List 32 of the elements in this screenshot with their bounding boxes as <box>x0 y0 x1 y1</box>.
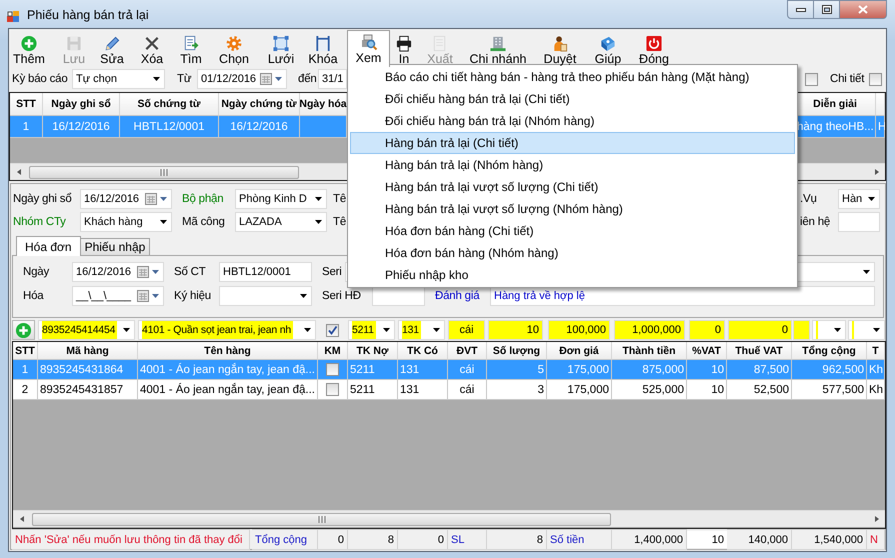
field-label: Ngày <box>23 266 50 278</box>
field-label: Nhóm CTy <box>13 216 67 228</box>
field-label: Seri <box>322 266 343 278</box>
field-label: Từ <box>177 73 192 85</box>
field-label: Hóa <box>23 290 45 302</box>
field-label: Tê <box>333 216 346 228</box>
field-label: iên hệ <box>800 216 832 228</box>
field-label: Chi tiết <box>830 73 864 85</box>
total-label: Tổng cộng <box>252 529 318 550</box>
window-title: Phiếu hàng bán trả lại <box>27 8 149 22</box>
field-label: đến <box>298 73 316 85</box>
total-value: 8 <box>348 529 398 550</box>
total-label: Số tiền <box>547 529 612 550</box>
status-message: N <box>867 529 885 550</box>
total-value: 140,000 <box>727 529 792 550</box>
field-label: Ngày ghi sổ <box>13 193 73 205</box>
field-label: Ký hiệu <box>174 290 212 302</box>
field-label: .Vụ <box>800 193 818 205</box>
field-label: Tê <box>333 193 346 205</box>
field-label: Kỳ báo cáo <box>12 73 69 85</box>
total-value: 0 <box>318 529 348 550</box>
field-label: Mã công <box>182 216 226 228</box>
total-value: 1,400,000 <box>612 529 687 550</box>
total-value: 8 <box>487 529 547 550</box>
field-label: Số CT <box>174 266 207 278</box>
total-label: SL <box>448 529 487 550</box>
status-message: Nhấn 'Sửa' nếu muốn lưu thông tin đã thay đổi <box>12 529 250 550</box>
field-label: Seri HĐ <box>322 290 362 302</box>
field-label: Bộ phận <box>182 193 224 205</box>
field-label: Đánh giá <box>435 290 481 302</box>
total-value: 0 <box>398 529 448 550</box>
total-value: 1,540,000 <box>792 529 867 550</box>
